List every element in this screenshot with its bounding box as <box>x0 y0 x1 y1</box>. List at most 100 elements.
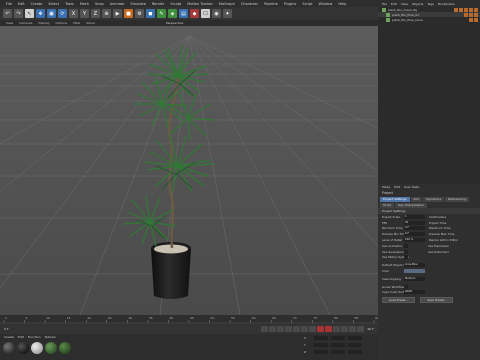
coord-rotation-field[interactable] <box>348 343 362 347</box>
mat-edit-menu[interactable]: Edit <box>18 335 24 339</box>
filter-menu[interactable]: Filter <box>73 21 80 25</box>
menu-mograph[interactable]: MoGraph <box>219 2 235 6</box>
coord-size-field[interactable] <box>331 343 345 347</box>
nurbs-icon[interactable]: ◈ <box>168 9 177 18</box>
menu-sculpt[interactable]: Sculpt <box>170 2 181 6</box>
menu-file[interactable]: File <box>6 2 12 6</box>
scale-key-icon[interactable] <box>348 326 356 332</box>
menu-render[interactable]: Render <box>152 2 164 6</box>
keyframe-selection-icon[interactable] <box>332 326 340 332</box>
om-file-menu[interactable]: File <box>382 2 387 6</box>
first-frame-icon[interactable] <box>260 326 268 332</box>
om-view-menu[interactable]: View <box>401 2 408 6</box>
last-frame-icon[interactable] <box>308 326 316 332</box>
render-picture-viewer-icon[interactable]: ■ <box>124 9 133 18</box>
coord-size-field[interactable] <box>331 336 345 340</box>
attr-checkbox[interactable] <box>404 255 408 260</box>
menu-window[interactable]: Window <box>319 2 333 6</box>
material-tags[interactable] <box>464 12 478 17</box>
attr-value[interactable]: 30 <box>404 220 425 225</box>
camera-icon[interactable]: ◉ <box>212 9 221 18</box>
record-icon[interactable] <box>316 326 324 332</box>
tab-key-interpolation[interactable]: Key Interpolation <box>395 202 427 208</box>
prev-frame-icon[interactable] <box>276 326 284 332</box>
redo-icon[interactable]: ↷ <box>14 9 23 18</box>
menu-mesh[interactable]: Mesh <box>80 2 89 6</box>
y-axis-icon[interactable]: Y <box>80 9 89 18</box>
viewport-canvas[interactable] <box>0 26 378 315</box>
mat-function-menu[interactable]: Function <box>28 335 41 339</box>
menu-create[interactable]: Create <box>31 2 43 6</box>
menu-animate[interactable]: Animate <box>110 2 125 6</box>
start-frame[interactable]: 0 F <box>4 327 9 331</box>
panel-menu[interactable]: Panel <box>87 21 95 25</box>
tab-to-do[interactable]: To Do <box>380 202 395 208</box>
render-settings-icon[interactable]: ⚙ <box>135 9 144 18</box>
menu-tools[interactable]: Tools <box>65 2 74 6</box>
tab-project-settings[interactable]: Project Settings <box>380 196 410 202</box>
rotation-key-icon[interactable] <box>356 326 364 332</box>
menu-plugins[interactable]: Plugins <box>284 2 297 6</box>
attr-checkbox[interactable] <box>404 284 408 289</box>
material-swatch[interactable] <box>31 342 43 354</box>
x-axis-icon[interactable]: X <box>69 9 78 18</box>
material-tags[interactable] <box>469 17 478 22</box>
attr-checkbox[interactable] <box>404 243 408 248</box>
material-tags[interactable] <box>454 7 478 12</box>
load-preset-button[interactable]: Load Preset... <box>382 297 415 304</box>
render-view-icon[interactable]: ▶ <box>113 9 122 18</box>
mat-texture-menu[interactable]: Texture <box>45 335 56 339</box>
mat-create-menu[interactable]: Create <box>4 335 14 339</box>
material-swatch[interactable] <box>17 342 29 354</box>
attr-value[interactable]: 0 F <box>404 226 425 231</box>
spline-pen-icon[interactable]: ✎ <box>157 9 166 18</box>
light-icon[interactable]: ✦ <box>223 9 232 18</box>
attr-value[interactable]: 1 <box>404 214 425 219</box>
menu-snap[interactable]: Snap <box>95 2 104 6</box>
menu-motion-tracker[interactable]: Motion Tracker <box>187 2 213 6</box>
color-swatch[interactable] <box>404 269 425 274</box>
user-data-menu[interactable]: User Data <box>404 185 419 189</box>
om-tags-menu[interactable]: Tags <box>427 2 434 6</box>
tab-dynamics[interactable]: Dynamics <box>423 196 445 202</box>
coord-position-field[interactable] <box>314 336 328 340</box>
coord-position-field[interactable] <box>314 350 328 354</box>
z-axis-icon[interactable]: Z <box>91 9 100 18</box>
tab-referencing[interactable]: Referencing <box>445 196 469 202</box>
deformer-icon[interactable]: ◆ <box>190 9 199 18</box>
play-icon[interactable] <box>284 326 292 332</box>
coord-rotation-field[interactable] <box>348 350 362 354</box>
undo-icon[interactable]: ↶ <box>3 9 12 18</box>
material-swatch[interactable] <box>45 342 57 354</box>
menu-edit[interactable]: Edit <box>18 2 25 6</box>
cube-icon[interactable]: ◼ <box>146 9 155 18</box>
array-icon[interactable]: ▤ <box>179 9 188 18</box>
menu-script[interactable]: Script <box>302 2 312 6</box>
end-frame[interactable]: 90 F <box>368 327 375 331</box>
attr-value[interactable]: 0 F <box>404 232 425 237</box>
rotate-icon[interactable]: ⟳ <box>58 9 67 18</box>
object-row[interactable]: plant_fbx_Pine_Cone <box>378 17 480 22</box>
perspective-viewport[interactable] <box>0 26 378 315</box>
menu-simulate[interactable]: Simulate <box>130 2 145 6</box>
attr-edit-menu[interactable]: Edit <box>394 185 400 189</box>
attr-dropdown[interactable]: Medium <box>404 276 425 281</box>
cameras-menu[interactable]: Cameras <box>19 21 32 25</box>
display-menu[interactable]: Display <box>38 21 49 25</box>
coord-position-field[interactable] <box>314 343 328 347</box>
view-menu[interactable]: View <box>6 21 13 25</box>
menu-select[interactable]: Select <box>48 2 59 6</box>
menu-help[interactable]: Help <box>338 2 346 6</box>
move-icon[interactable]: ✥ <box>36 9 45 18</box>
tab-info[interactable]: Info <box>410 196 423 202</box>
attr-value[interactable]: 100 % <box>404 238 425 243</box>
attr-dropdown[interactable]: Gray-Blue <box>404 263 425 268</box>
next-frame-icon[interactable] <box>292 326 300 332</box>
coordinate-system-icon[interactable]: ⊕ <box>102 9 111 18</box>
next-key-icon[interactable] <box>300 326 308 332</box>
position-key-icon[interactable] <box>340 326 348 332</box>
timeline-ruler[interactable]: 0 5 10 15 20 25 30 35 40 45 50 55 60 65 70 75 80 85 90 <box>0 315 379 324</box>
om-edit-menu[interactable]: Edit <box>391 2 397 6</box>
save-preset-button[interactable]: Save Preset... <box>420 297 454 304</box>
om-objects-menu[interactable]: Objects <box>412 2 423 6</box>
